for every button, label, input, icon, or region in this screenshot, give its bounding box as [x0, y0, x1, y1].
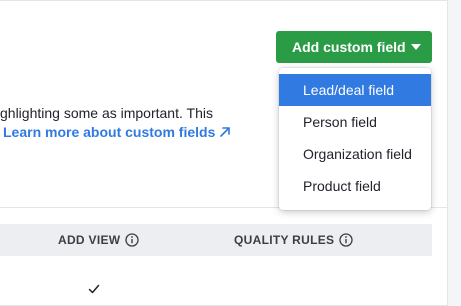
menu-item-label: Organization field: [303, 146, 412, 162]
chevron-down-icon: [409, 40, 423, 54]
menu-item-label: Person field: [303, 114, 377, 130]
page: Add custom field ghlighting some as impo…: [0, 0, 461, 306]
info-icon[interactable]: [339, 233, 354, 247]
add-custom-field-button[interactable]: Add custom field: [276, 31, 432, 63]
menu-item-person-field[interactable]: Person field: [279, 106, 431, 138]
description-text: ghlighting some as important. This: [0, 105, 213, 121]
add-custom-field-label: Add custom field: [292, 39, 406, 55]
info-icon[interactable]: [125, 233, 140, 247]
custom-field-type-dropdown: Lead/deal field Person field Organizatio…: [279, 68, 431, 210]
learn-more-link[interactable]: Learn more about custom fields: [3, 124, 231, 140]
menu-item-label: Product field: [303, 178, 381, 194]
menu-item-organization-field[interactable]: Organization field: [279, 138, 431, 170]
menu-item-lead-deal-field[interactable]: Lead/deal field: [279, 74, 431, 106]
menu-item-product-field[interactable]: Product field: [279, 170, 431, 202]
check-icon: [88, 282, 100, 294]
external-link-arrow-icon: [219, 126, 231, 138]
column-header-quality-rules-label: QUALITY RULES: [234, 233, 335, 247]
column-header-add-view: ADD VIEW: [58, 224, 140, 256]
table-header: ADD VIEW QUALITY RULES: [0, 224, 432, 256]
column-header-quality-rules: QUALITY RULES: [234, 224, 354, 256]
learn-more-label: Learn more about custom fields: [3, 124, 216, 140]
menu-item-label: Lead/deal field: [303, 82, 395, 98]
column-header-add-view-label: ADD VIEW: [58, 233, 121, 247]
